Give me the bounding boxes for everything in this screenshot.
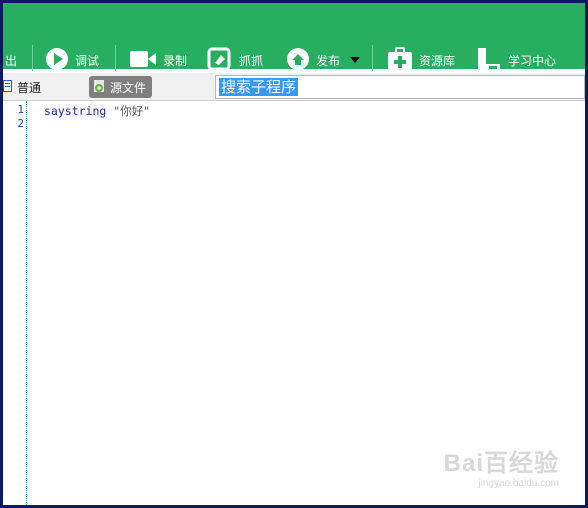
toolbar-debug-label: 调试	[75, 53, 100, 68]
watermark-logo: Bai百经验	[443, 450, 559, 477]
toolbar-exit-label: 出	[5, 53, 18, 68]
code-string: "你好"	[113, 104, 151, 118]
tab-source-label: 源文件	[110, 80, 147, 95]
learning-icon	[476, 46, 502, 75]
toolbar-publish-button[interactable]: 发布	[286, 47, 361, 74]
line-number: 2	[17, 117, 24, 130]
search-selected-text: 搜索子程序	[219, 78, 299, 96]
toolbar-separator	[372, 45, 373, 71]
tab-normal[interactable]: 普通	[3, 79, 41, 96]
normal-view-icon	[3, 80, 13, 95]
tab-source[interactable]: 源文件	[89, 76, 153, 98]
toolbar-record-label: 录制	[163, 53, 188, 68]
toolbar-publish-label: 发布	[316, 53, 341, 68]
app-window: 出 调试 录制 抓抓 发布 资源库 学习中心 普通 源文件 搜索子程序 1 2 …	[3, 3, 585, 505]
toolbar-debug-button[interactable]: 调试	[45, 47, 99, 73]
line-number-gutter: 1 2	[3, 101, 27, 505]
code-keyword: saystring	[44, 104, 107, 118]
toolbar-exit-button[interactable]: 出	[5, 47, 17, 73]
toolbar-record-button[interactable]: 录制	[129, 47, 187, 73]
medkit-icon	[387, 46, 413, 75]
main-toolbar: 出 调试 录制 抓抓 发布 资源库 学习中心	[3, 3, 585, 71]
toolbar-learning-label: 学习中心	[508, 53, 557, 68]
search-subroutine-input[interactable]: 搜索子程序	[215, 75, 585, 99]
line-number: 1	[17, 103, 24, 116]
toolbar-resource-label: 资源库	[419, 53, 456, 68]
baidu-watermark: Bai百经验 jingyan.baidu.com	[444, 443, 559, 489]
publish-icon	[286, 47, 310, 74]
grab-icon	[207, 47, 233, 74]
toolbar-resource-button[interactable]: 资源库	[387, 46, 456, 75]
chevron-down-icon[interactable]	[350, 53, 361, 67]
watermark-url: jingyan.baidu.com	[478, 478, 559, 489]
toolbar-separator	[115, 45, 116, 71]
play-icon	[45, 47, 69, 74]
code-line[interactable]: saystring "你好"	[44, 103, 150, 119]
toolbar-learning-button[interactable]: 学习中心	[476, 47, 556, 73]
toolbar-grab-label: 抓抓	[239, 53, 264, 68]
toolbar-separator	[32, 45, 33, 71]
source-file-icon	[93, 79, 107, 96]
tab-normal-label: 普通	[17, 81, 42, 95]
video-camera-icon	[129, 48, 157, 73]
toolbar-grab-button[interactable]: 抓抓	[207, 47, 263, 73]
